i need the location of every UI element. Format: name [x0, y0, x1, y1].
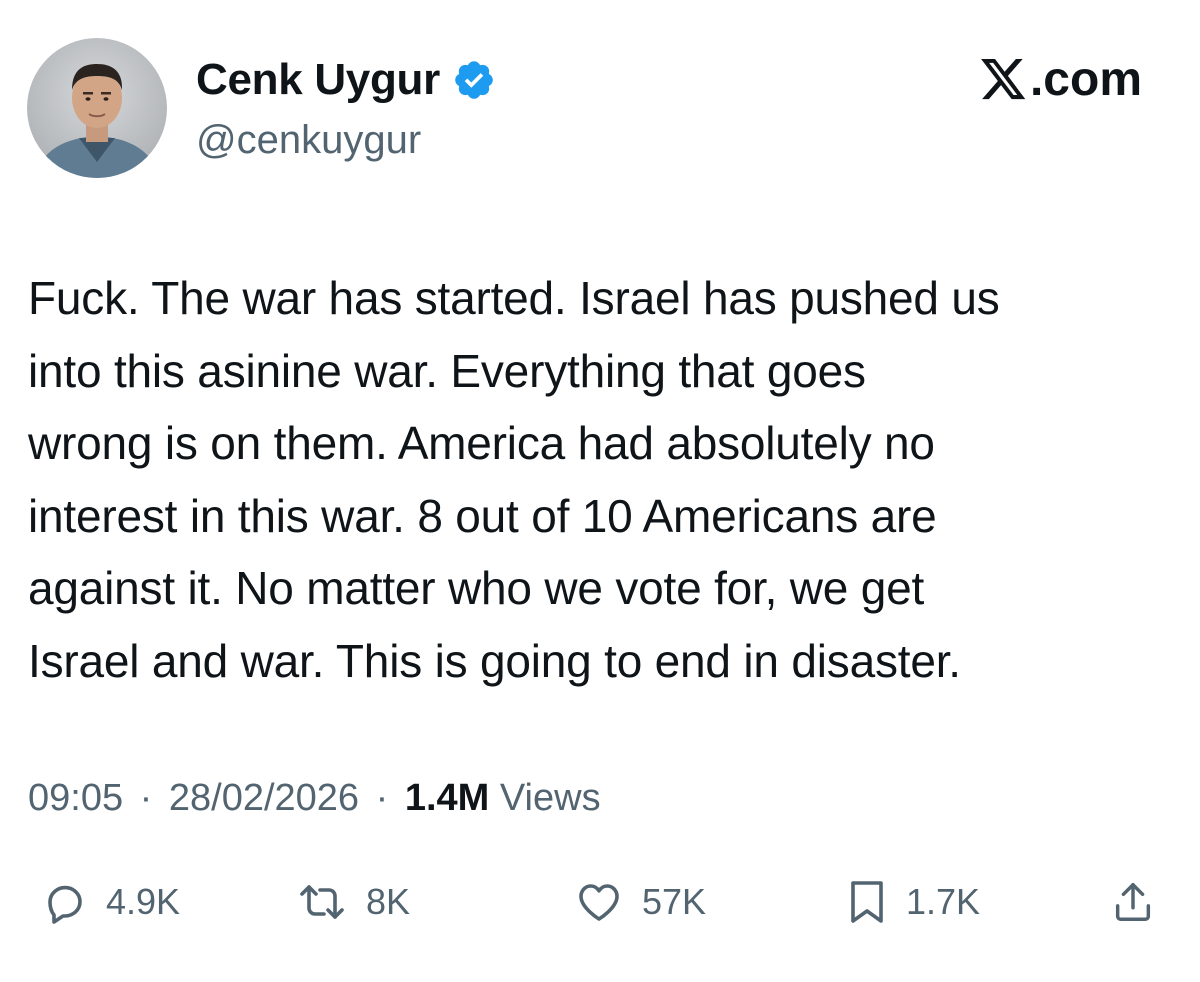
like-button[interactable]: 57K — [574, 872, 706, 932]
meta-separator: · — [139, 777, 153, 819]
tweet-time[interactable]: 09:05 — [28, 777, 123, 819]
author-display-name[interactable]: Cenk Uygur — [196, 52, 496, 108]
share-button[interactable] — [1110, 872, 1156, 932]
bookmark-button[interactable]: 1.7K — [846, 872, 980, 932]
repost-button[interactable]: 8K — [296, 872, 410, 932]
brand-suffix: .com — [1029, 53, 1142, 106]
like-count: 57K — [642, 881, 707, 922]
bookmark-icon — [846, 878, 888, 926]
tweet-date[interactable]: 28/02/2026 — [169, 777, 359, 819]
meta-separator: · — [375, 777, 389, 819]
bookmark-count: 1.7K — [906, 881, 981, 922]
reply-icon — [40, 878, 88, 926]
views-label: Views — [499, 777, 601, 819]
tweet-text: Fuck. The war has started. Israel has pu… — [28, 272, 1000, 687]
author-name: Cenk Uygur — [196, 55, 440, 104]
x-logo-icon — [981, 59, 1027, 101]
share-icon — [1110, 878, 1156, 926]
avatar[interactable] — [27, 38, 167, 178]
action-bar: 4.9K 8K 57K 1.7K — [0, 872, 1200, 932]
brand-watermark: .com — [981, 52, 1142, 108]
tweet-meta: 09:05 · 28/02/2026 · 1.4M Views — [28, 772, 601, 824]
repost-count: 8K — [366, 881, 411, 922]
author-handle[interactable]: @cenkuygur — [196, 114, 421, 166]
reply-count: 4.9K — [106, 881, 181, 922]
views-count: 1.4M — [404, 777, 490, 819]
heart-icon — [574, 878, 624, 926]
reply-button[interactable]: 4.9K — [40, 872, 180, 932]
repost-icon — [296, 878, 348, 926]
verified-badge-icon — [452, 58, 496, 102]
